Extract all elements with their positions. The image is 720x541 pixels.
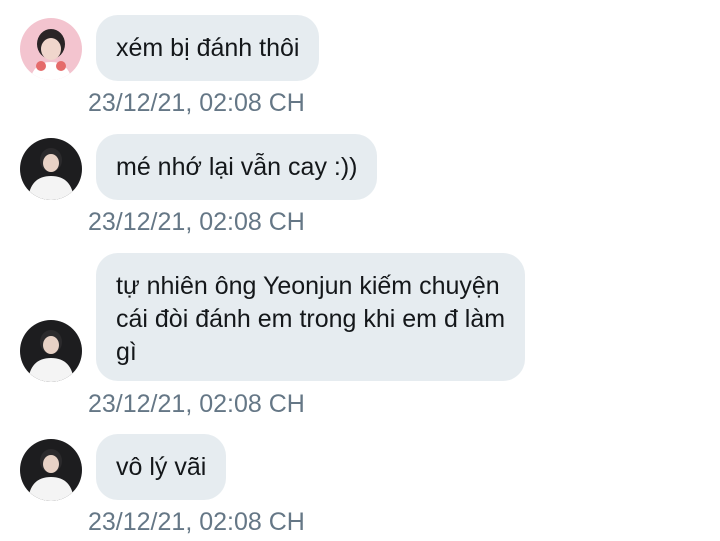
- avatar[interactable]: [20, 320, 82, 382]
- avatar-dark-icon: [20, 138, 82, 200]
- avatar[interactable]: [20, 439, 82, 501]
- avatar[interactable]: [20, 18, 82, 80]
- message-timestamp: 23/12/21, 02:08 CH: [88, 208, 305, 236]
- avatar[interactable]: [20, 138, 82, 200]
- message-bubble[interactable]: tự nhiên ông Yeonjun kiếm chuyện cái đòi…: [96, 253, 526, 381]
- message-text-line: gì: [116, 338, 137, 366]
- avatar-pink-bg-icon: [20, 18, 82, 80]
- message-text: mé nhớ lại vẫn cay :)): [116, 153, 358, 181]
- message-bubble[interactable]: vô lý vãi: [96, 434, 227, 500]
- message-text-line: cái đòi đánh em trong khi em đ làm: [116, 305, 506, 333]
- message-text: xém bị đánh thôi: [116, 34, 300, 62]
- avatar-dark-icon: [20, 439, 82, 501]
- message-text: vô lý vãi: [116, 453, 207, 481]
- avatar-dark-icon: [20, 320, 82, 382]
- message-timestamp: 23/12/21, 02:08 CH: [88, 89, 305, 117]
- message-timestamp: 23/12/21, 02:08 CH: [88, 390, 305, 418]
- message-text-line: tự nhiên ông Yeonjun kiếm chuyện: [116, 272, 500, 300]
- message-timestamp: 23/12/21, 02:08 CH: [88, 508, 305, 536]
- message-bubble[interactable]: mé nhớ lại vẫn cay :)): [96, 134, 378, 200]
- message-bubble[interactable]: xém bị đánh thôi: [96, 15, 320, 81]
